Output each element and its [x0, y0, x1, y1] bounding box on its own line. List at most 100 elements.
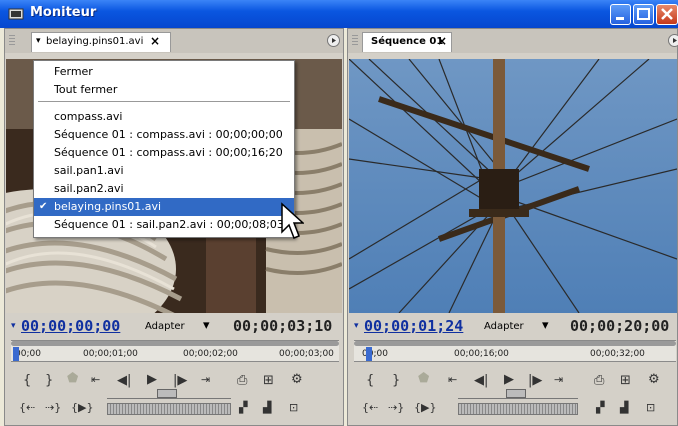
go-to-next-marker-icon[interactable]: ⇢} [45, 401, 61, 414]
insert-icon[interactable]: ▞ [239, 401, 247, 414]
mark-out-icon[interactable]: } [392, 373, 400, 388]
ship-mast-image [349, 59, 677, 313]
mark-in-icon[interactable]: { [23, 373, 31, 388]
menu-item-clip[interactable]: Séquence 01 : compass.avi : 00;00;00;00 [34, 126, 294, 144]
menu-item-label: Séquence 01 : compass.avi : 00;00;00;00 [54, 128, 283, 141]
menu-item-close-all[interactable]: Tout fermer [34, 81, 294, 99]
export-frame-icon[interactable]: ⊡ [289, 401, 298, 414]
extract-icon[interactable]: ▟ [620, 401, 628, 414]
playhead-icon[interactable] [13, 347, 19, 361]
go-to-previous-edit-icon[interactable]: ⇤ [448, 373, 457, 386]
menu-item-label: sail.pan2.avi [54, 182, 124, 195]
shuttle-slider[interactable] [107, 389, 231, 399]
go-to-in-icon[interactable]: ⇤ [91, 373, 100, 386]
timecode-menu-icon[interactable]: ▾ [11, 321, 16, 331]
close-icon [661, 8, 673, 20]
window-title: Moniteur [30, 5, 97, 20]
play-icon[interactable]: ▶ [147, 372, 157, 387]
menu-item-label: Fermer [54, 65, 93, 78]
output-icon[interactable]: ⚙ [291, 372, 303, 387]
set-marker-icon[interactable]: ⬟ [418, 371, 429, 386]
program-tab[interactable]: Séquence 01 × [362, 32, 452, 52]
panel-menu-button[interactable] [668, 34, 678, 47]
go-to-out-icon[interactable]: ⇥ [201, 373, 210, 386]
menu-item-label: belaying.pins01.avi [54, 200, 162, 213]
go-to-previous-marker-icon[interactable]: {⇠ [362, 401, 378, 414]
ruler-mark: 00;00;32;00 [590, 349, 645, 359]
minimize-icon [616, 17, 624, 20]
program-current-timecode[interactable]: 00;00;01;24 [364, 317, 463, 335]
fit-dropdown-icon[interactable]: ▾ [542, 318, 549, 333]
menu-item-clip[interactable]: Séquence 01 : sail.pan2.avi : 00;00;08;0… [34, 216, 294, 234]
menu-item-clip-selected[interactable]: ✔ belaying.pins01.avi [34, 198, 294, 216]
source-fit-label: Adapter [145, 321, 185, 332]
safe-margins-icon[interactable]: ⊞ [263, 373, 274, 388]
tab-close-icon[interactable]: × [150, 34, 160, 48]
menu-separator [38, 101, 290, 102]
go-to-next-edit-icon[interactable]: ⇥ [554, 373, 563, 386]
step-forward-icon[interactable]: |▶ [173, 373, 187, 388]
loop-icon[interactable]: ⎙ [237, 373, 247, 388]
menu-item-clip[interactable]: sail.pan1.avi [34, 162, 294, 180]
mouse-pointer-icon [280, 202, 305, 242]
zoom-bar[interactable] [354, 341, 676, 346]
shuttle-slider[interactable] [458, 389, 578, 399]
output-icon[interactable]: ⚙ [648, 372, 660, 387]
grip-icon[interactable] [9, 35, 15, 47]
menu-item-clip[interactable]: Séquence 01 : compass.avi : 00;00;16;20 [34, 144, 294, 162]
jog-wheel[interactable] [107, 403, 231, 415]
ruler-mark: 00;00;02;00 [183, 349, 238, 359]
source-current-timecode[interactable]: 00;00;00;00 [21, 317, 120, 335]
play-small-icon [332, 38, 336, 43]
tab-close-icon[interactable]: × [437, 34, 447, 48]
maximize-button[interactable] [633, 4, 654, 25]
source-tab-label: belaying.pins01.avi [46, 36, 144, 47]
menu-item-close[interactable]: Fermer [34, 63, 294, 81]
step-back-icon[interactable]: ◀| [474, 373, 488, 388]
program-video-frame [349, 59, 677, 313]
source-time-ruler[interactable]: 00;00 00;00;01;00 00;00;02;00 00;00;03;0… [11, 340, 339, 362]
overlay-icon[interactable]: ▟ [263, 401, 271, 414]
loop-icon[interactable]: ⎙ [594, 373, 604, 388]
maximize-icon [637, 8, 650, 20]
play-icon[interactable]: ▶ [504, 372, 514, 387]
ruler-mark: 00;00;16;00 [454, 349, 509, 359]
lift-icon[interactable]: ▞ [596, 401, 604, 414]
program-duration-timecode: 00;00;20;00 [570, 317, 670, 335]
source-tab[interactable]: ▾ belaying.pins01.avi × [31, 32, 171, 52]
playhead-icon[interactable] [366, 347, 372, 361]
step-back-icon[interactable]: ◀| [117, 373, 131, 388]
play-small-icon [673, 38, 677, 43]
step-forward-icon[interactable]: |▶ [528, 373, 542, 388]
menu-item-clip[interactable]: compass.avi [34, 108, 294, 126]
fit-dropdown-icon[interactable]: ▾ [203, 318, 210, 333]
check-icon: ✔ [39, 201, 48, 212]
mark-out-icon[interactable]: } [45, 373, 53, 388]
menu-item-label: Tout fermer [54, 83, 118, 96]
shuttle-thumb[interactable] [506, 389, 526, 398]
close-window-button[interactable] [656, 4, 678, 25]
monitor-app-icon [8, 6, 24, 22]
ruler-mark: 00;00;03;00 [279, 349, 334, 359]
jog-wheel[interactable] [458, 403, 578, 415]
program-time-ruler[interactable]: 00;00 00;00;16;00 00;00;32;00 [354, 340, 676, 362]
panel-menu-button[interactable] [327, 34, 340, 47]
chevron-down-icon[interactable]: ▾ [36, 36, 41, 46]
set-marker-icon[interactable]: ⬟ [67, 371, 78, 386]
grip-icon[interactable] [352, 35, 358, 47]
safe-margins-icon[interactable]: ⊞ [620, 373, 631, 388]
mark-in-icon[interactable]: { [366, 373, 374, 388]
minimize-button[interactable] [610, 4, 631, 25]
program-tab-label: Séquence 01 [371, 36, 444, 47]
timecode-menu-icon[interactable]: ▾ [354, 321, 359, 331]
play-in-to-out-icon[interactable]: {▶} [71, 401, 93, 414]
menu-item-clip[interactable]: sail.pan2.avi [34, 180, 294, 198]
play-in-to-out-icon[interactable]: {▶} [414, 401, 436, 414]
source-duration-timecode: 00;00;03;10 [233, 317, 333, 335]
go-to-next-marker-icon[interactable]: ⇢} [388, 401, 404, 414]
zoom-bar[interactable] [11, 341, 339, 346]
program-fit-label: Adapter [484, 321, 524, 332]
shuttle-thumb[interactable] [157, 389, 177, 398]
trim-icon[interactable]: ⊡ [646, 401, 655, 414]
go-to-previous-marker-icon[interactable]: {⇠ [19, 401, 35, 414]
